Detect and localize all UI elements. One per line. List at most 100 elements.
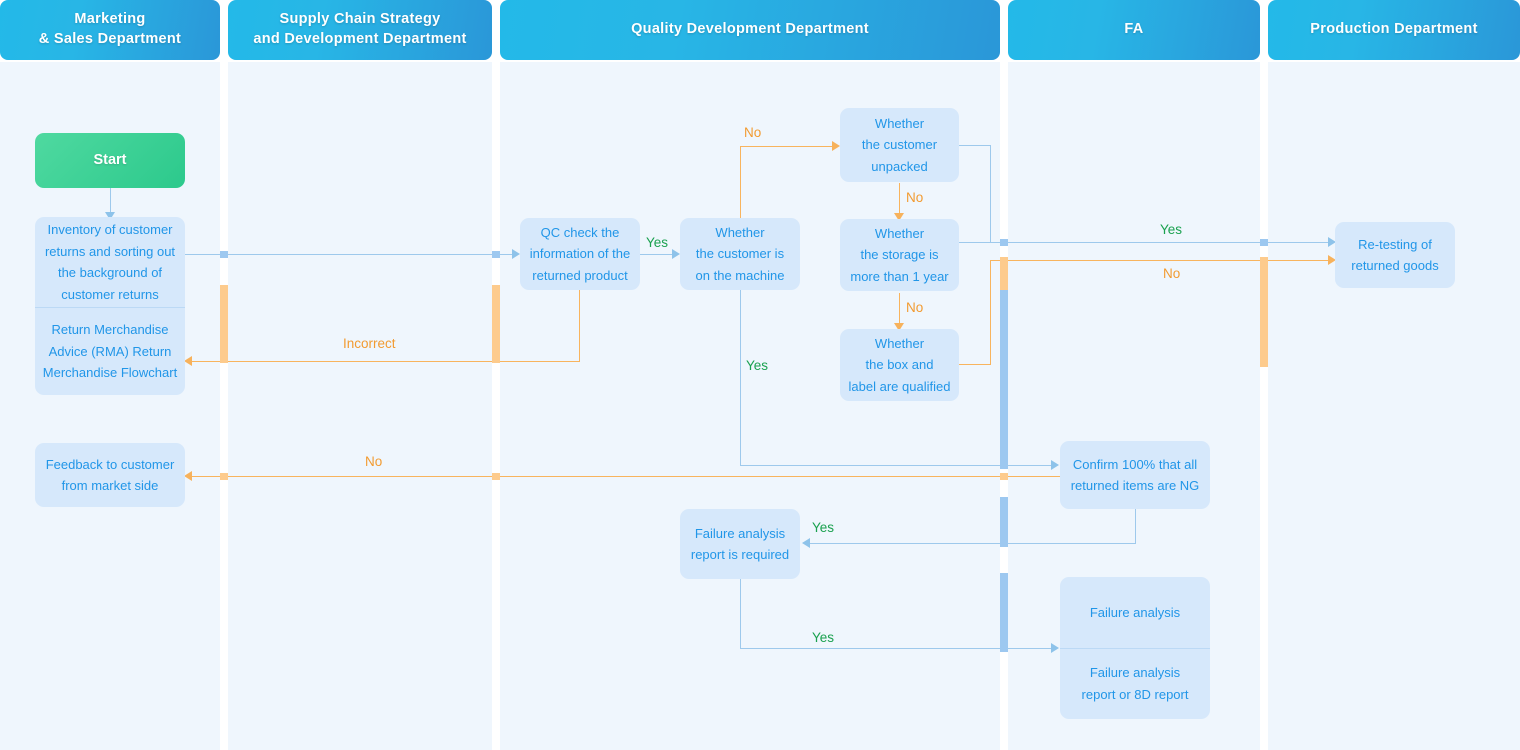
edge-label-storage-no: No xyxy=(906,300,924,315)
lane-header-supply-chain: Supply Chain Strategy and Development De… xyxy=(228,0,492,60)
edge-unpacked-yes-right xyxy=(958,145,991,146)
edge-label-incorrect: Incorrect xyxy=(343,336,396,351)
lane-header-quality-label: Quality Development Department xyxy=(631,21,869,38)
lane-bridge-retest-no-b xyxy=(1260,257,1268,367)
lane-header-supply-line2: and Development Department xyxy=(253,31,467,47)
edge-label-qc-yes: Yes xyxy=(646,235,669,250)
node-retest-line2: returned goods xyxy=(1351,258,1439,273)
edge-qc-incorrect-down xyxy=(579,289,580,362)
edge-label-feedback-no: No xyxy=(365,454,383,469)
node-failure-analysis-label: Failure analysis xyxy=(1089,604,1181,620)
arrowhead-machine-no xyxy=(832,141,840,151)
lane-header-supply-line1: Supply Chain Strategy xyxy=(279,11,441,28)
arrowhead-far-yes xyxy=(1051,643,1059,653)
edge-storage-yes-right xyxy=(958,242,1333,243)
node-qc-line2: information of the xyxy=(529,246,631,262)
edge-label-machine-no: No xyxy=(744,125,762,140)
node-failure-analysis-report-required[interactable]: Failure analysis report is required xyxy=(680,509,800,579)
lane-gap-bar-fa-upper xyxy=(1000,262,1008,468)
lane-bridge-feedback-a xyxy=(1000,473,1008,480)
lane-header-marketing-line1: Marketing xyxy=(74,11,146,28)
arrowhead-feedback-no xyxy=(184,471,192,481)
node-customer-on-machine[interactable]: Whether the customer is on the machine xyxy=(680,218,800,290)
node-retesting-returned-goods[interactable]: Re-testing of returned goods xyxy=(1335,222,1455,288)
edge-label-fa-report-yes: Yes xyxy=(812,630,835,645)
node-storage-line1: Whether xyxy=(874,225,925,241)
node-unpacked-line3: unpacked xyxy=(871,158,928,174)
lane-bridge-storage-yes-a xyxy=(1000,239,1008,246)
node-start-label: Start xyxy=(93,151,127,168)
node-box-and-label-qualified[interactable]: Whether the box and label are qualified xyxy=(840,329,959,401)
node-customer-unpacked[interactable]: Whether the customer unpacked xyxy=(840,108,959,182)
edge-unpacked-yes-down xyxy=(990,145,991,242)
node-failure-analysis-stack[interactable]: Failure analysis Failure analysis report… xyxy=(1060,577,1210,719)
node-rma-flowchart[interactable]: Return Merchandise Advice (RMA) Return M… xyxy=(35,307,185,395)
node-failure-analysis-report[interactable]: Failure analysis report or 8D report xyxy=(1060,647,1210,720)
edge-label-unpacked-no: No xyxy=(906,190,924,205)
node-unpacked-line1: Whether xyxy=(874,115,925,131)
node-failure-analysis[interactable]: Failure analysis xyxy=(1060,577,1210,648)
node-confirm-ng-line2: returned items are NG xyxy=(1070,478,1200,493)
node-confirm-ng-line1: Confirm 100% that all xyxy=(1072,456,1198,472)
lane-bridge-storage-yes-b xyxy=(1260,239,1268,246)
node-boxlabel-line3: label are qualified xyxy=(848,378,951,394)
node-far-required-line2: report is required xyxy=(690,547,790,562)
edge-retest-no-line xyxy=(990,260,1333,261)
lane-header-production-label: Production Department xyxy=(1310,21,1478,38)
edge-confirm-to-far-down xyxy=(1135,503,1136,544)
node-inventory-line4: customer returns xyxy=(61,286,159,302)
arrowhead-qc-incorrect xyxy=(184,356,192,366)
node-confirm-100-percent-ng[interactable]: Confirm 100% that all returned items are… xyxy=(1060,441,1210,509)
edge-confirm-to-far-left xyxy=(810,543,1136,544)
node-rma-line1: Return Merchandise xyxy=(51,322,169,338)
node-inventory-rma-stack[interactable]: Inventory of customer returns and sortin… xyxy=(35,217,185,395)
lane-header-quality: Quality Development Department xyxy=(500,0,1000,60)
edge-label-retest-no: No xyxy=(1163,266,1181,281)
node-inventory-line1: Inventory of customer xyxy=(47,222,173,237)
lane-gap-bar-fa-lower xyxy=(1000,573,1008,649)
node-boxlabel-line1: Whether xyxy=(874,335,925,351)
node-inventory-line2: returns and sorting out xyxy=(44,243,176,259)
lane-bridge-incorrect-a xyxy=(492,285,500,363)
lane-header-marketing: Marketing & Sales Department xyxy=(0,0,220,60)
edge-start-to-inventory xyxy=(110,186,111,214)
edge-inventory-to-qc xyxy=(185,254,515,255)
lane-supply-chain xyxy=(228,62,492,750)
node-feedback-to-customer[interactable]: Feedback to customer from market side xyxy=(35,443,185,507)
lane-bridge-feedback-c xyxy=(220,473,228,480)
node-qc-line3: returned product xyxy=(532,267,628,283)
edge-far-yes-down xyxy=(740,579,741,648)
node-rma-line3: Merchandise Flowchart xyxy=(42,365,178,381)
lane-bridge-feedback-b xyxy=(492,473,500,480)
node-qc-check[interactable]: QC check the information of the returned… xyxy=(520,218,640,290)
lane-bridge-inventory-qc-a xyxy=(220,251,228,258)
arrowhead-machine-yes xyxy=(1051,460,1059,470)
lane-header-fa: FA xyxy=(1008,0,1260,60)
node-inventory-line3: the background of xyxy=(57,265,163,280)
edge-qc-incorrect-left xyxy=(192,361,580,362)
flowchart-canvas: Marketing & Sales Department Supply Chai… xyxy=(0,0,1520,750)
node-machine-line1: Whether xyxy=(715,224,765,240)
edge-storage-no xyxy=(899,293,900,325)
arrowhead-inventory-to-qc xyxy=(512,249,520,259)
edge-unpacked-no xyxy=(899,183,900,215)
node-fa-report-line1: Failure analysis xyxy=(1089,665,1181,681)
edge-machine-no-right xyxy=(740,146,835,147)
edge-label-far-yes: Yes xyxy=(812,520,835,535)
edge-machine-yes-down xyxy=(740,289,741,466)
node-machine-line2: the customer is xyxy=(695,246,785,262)
node-start[interactable]: Start xyxy=(35,133,185,188)
node-boxlabel-line2: the box and xyxy=(865,357,934,373)
node-inventory[interactable]: Inventory of customer returns and sortin… xyxy=(35,217,185,307)
edge-boxlabel-yes-up xyxy=(990,260,991,365)
lane-header-marketing-line2: & Sales Department xyxy=(38,31,182,47)
node-fa-report-line2: report or 8D report xyxy=(1081,686,1189,702)
node-rma-line2: Advice (RMA) Return xyxy=(48,343,172,359)
node-feedback-line1: Feedback to customer xyxy=(45,456,175,472)
node-storage-more-than-1-year[interactable]: Whether the storage is more than 1 year xyxy=(840,219,959,291)
lane-production xyxy=(1268,62,1520,750)
lane-bridge-incorrect-b xyxy=(220,285,228,363)
arrowhead-qc-to-machine xyxy=(672,249,680,259)
node-machine-line3: on the machine xyxy=(695,267,785,283)
lane-gap-bar-fa-mid xyxy=(1000,497,1008,545)
